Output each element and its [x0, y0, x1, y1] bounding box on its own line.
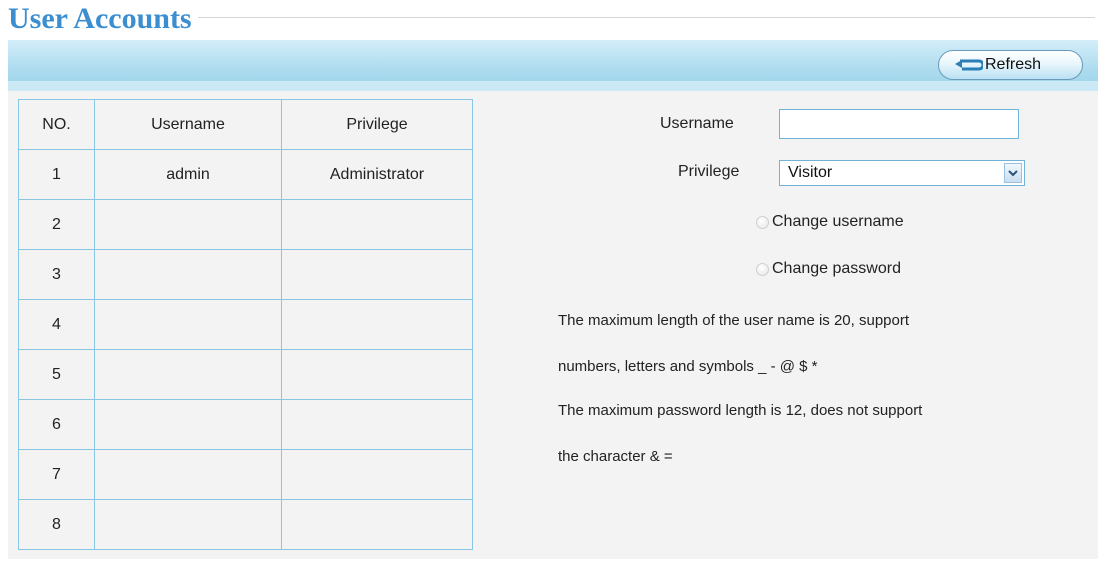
- row-username: [94, 399, 282, 450]
- change-password-label: Change password: [772, 260, 901, 277]
- row-privilege: [281, 299, 473, 350]
- privilege-select[interactable]: Visitor: [779, 160, 1025, 186]
- refresh-arrow-icon: [953, 58, 985, 72]
- table-row[interactable]: 1 admin Administrator: [18, 149, 473, 200]
- table-row[interactable]: 4: [18, 299, 473, 350]
- row-privilege: [281, 249, 473, 300]
- user-table: NO. Username Privilege 1 admin Administr…: [18, 99, 473, 550]
- row-number: 4: [18, 299, 95, 350]
- change-username-label: Change username: [772, 213, 904, 230]
- username-rule-note-cont: numbers, letters and symbols _ - @ $ *: [558, 358, 818, 375]
- header-bar: Refresh: [8, 40, 1098, 91]
- password-rule-note-cont: the character & =: [558, 448, 673, 465]
- row-username: [94, 499, 282, 550]
- column-header-no: NO.: [18, 99, 95, 150]
- row-privilege: [281, 449, 473, 500]
- row-number: 5: [18, 349, 95, 400]
- row-privilege: Administrator: [281, 149, 473, 200]
- table-header-row: NO. Username Privilege: [18, 99, 473, 150]
- privilege-selected-value: Visitor: [788, 164, 833, 181]
- user-accounts-panel: Refresh NO. Username Privilege 1 admin A…: [8, 40, 1098, 559]
- row-username: [94, 249, 282, 300]
- column-header-username: Username: [94, 99, 282, 150]
- table-row[interactable]: 3: [18, 249, 473, 300]
- privilege-label: Privilege: [678, 163, 740, 180]
- password-rule-note: The maximum password length is 12, does …: [558, 402, 923, 419]
- row-username: admin: [94, 149, 282, 200]
- table-row[interactable]: 5: [18, 349, 473, 400]
- row-privilege: [281, 349, 473, 400]
- row-privilege: [281, 499, 473, 550]
- row-number: 6: [18, 399, 95, 450]
- column-header-privilege: Privilege: [281, 99, 473, 150]
- table-row[interactable]: 6: [18, 399, 473, 450]
- table-row[interactable]: 7: [18, 449, 473, 500]
- row-username: [94, 349, 282, 400]
- row-privilege: [281, 399, 473, 450]
- username-label: Username: [660, 115, 734, 132]
- row-number: 2: [18, 199, 95, 250]
- row-number: 8: [18, 499, 95, 550]
- refresh-button[interactable]: Refresh: [938, 50, 1083, 80]
- row-username: [94, 199, 282, 250]
- row-number: 3: [18, 249, 95, 300]
- change-password-radio[interactable]: [756, 263, 769, 276]
- username-rule-note: The maximum length of the user name is 2…: [558, 312, 910, 329]
- chevron-down-icon[interactable]: [1004, 163, 1022, 183]
- username-input[interactable]: [779, 109, 1019, 139]
- page-title: User Accounts: [8, 0, 198, 38]
- row-privilege: [281, 199, 473, 250]
- row-number: 7: [18, 449, 95, 500]
- change-username-radio[interactable]: [756, 216, 769, 229]
- table-row[interactable]: 2: [18, 199, 473, 250]
- row-number: 1: [18, 149, 95, 200]
- row-username: [94, 299, 282, 350]
- table-row[interactable]: 8: [18, 499, 473, 550]
- refresh-label: Refresh: [985, 56, 1042, 73]
- row-username: [94, 449, 282, 500]
